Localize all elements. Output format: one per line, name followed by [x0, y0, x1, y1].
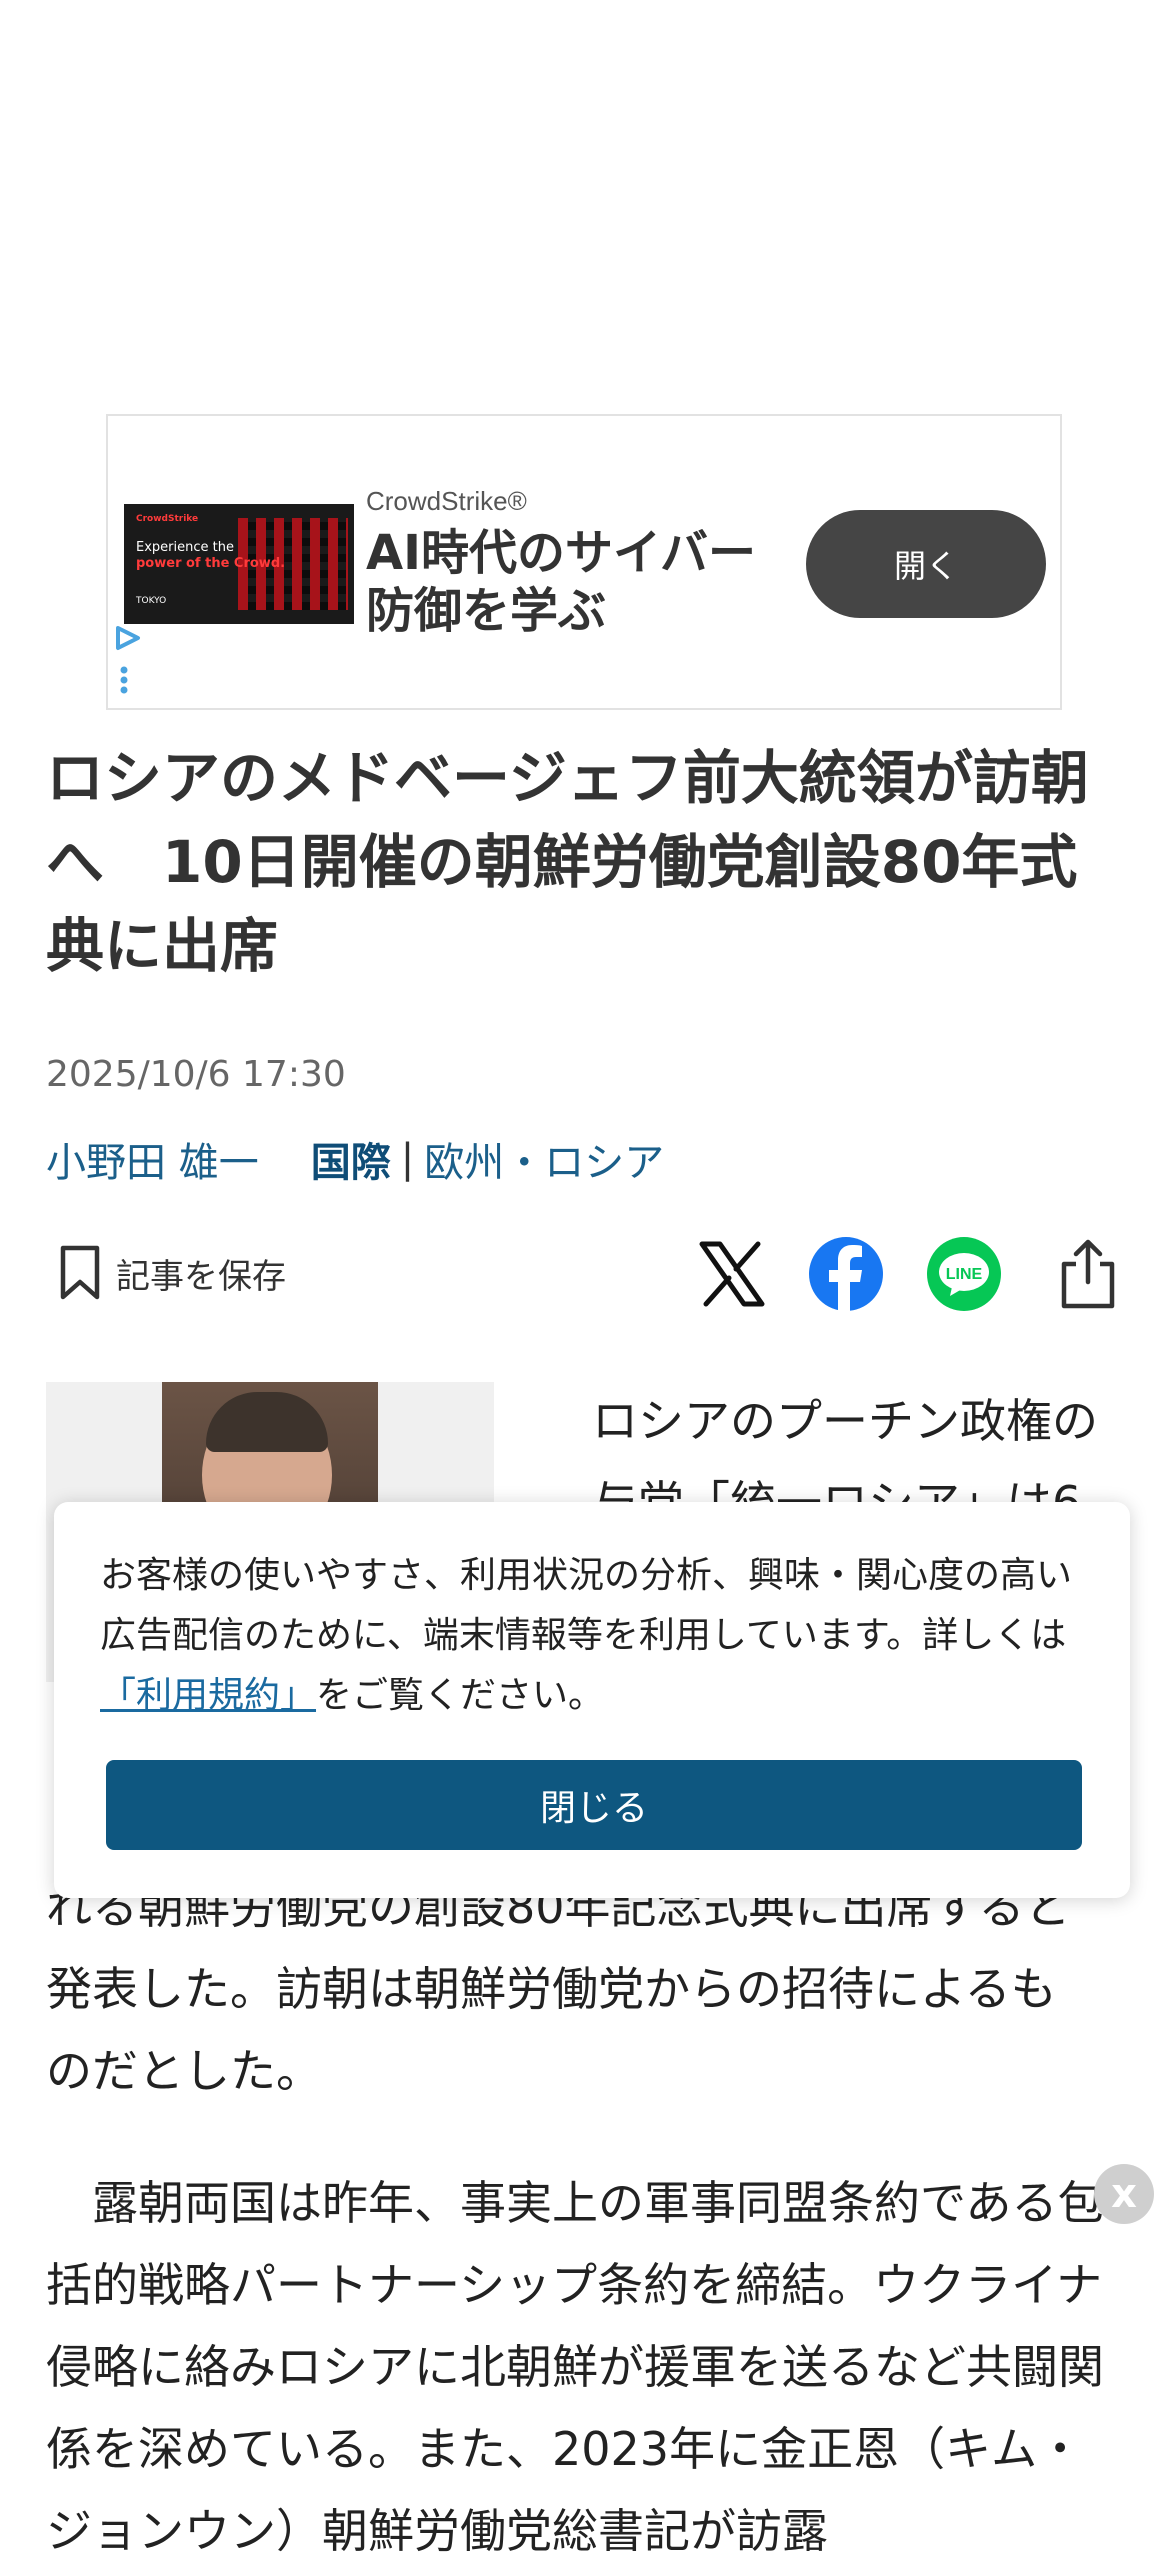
share-icon[interactable] — [1050, 1236, 1126, 1312]
consent-text: お客様の使いやすさ、利用状況の分析、興味・関心度の高い広告配信のために、端末情報… — [100, 1555, 1073, 1656]
article-title: ロシアのメドベージェフ前大統領が訪朝へ 10日開催の朝鮮労働党創設80年式典に出… — [46, 744, 1089, 980]
ad-brand: CrowdStrike® — [366, 486, 527, 516]
category-link[interactable]: 国際 — [311, 1130, 391, 1188]
lead-line-1: ロシアのプーチン政権の — [592, 1394, 1098, 1448]
article-date: 2025/10/6 17:30 — [46, 1054, 346, 1095]
ad-image-text: Experience the power of the Crowd. — [136, 540, 286, 571]
consent-text-end: をご覧ください。 — [316, 1675, 605, 1716]
terms-link[interactable]: 「利用規約」 — [100, 1675, 316, 1716]
consent-dialog: お客様の使いやすさ、利用状況の分析、興味・関心度の高い広告配信のために、端末情報… — [54, 1502, 1130, 1898]
paragraph-1-line-b: 発表した。訪朝は朝鮮労働党からの招待によるも — [46, 1962, 1057, 2016]
facebook-share-icon[interactable] — [808, 1236, 884, 1312]
save-article-button[interactable]: 記事を保存 — [58, 1244, 286, 1302]
ad-banner[interactable]: CrowdStrike Experience the power of the C… — [106, 414, 1062, 710]
ad-image-logo: CrowdStrike — [136, 514, 199, 524]
consent-close-button[interactable]: 閉じる — [106, 1760, 1082, 1850]
adchoices-icon[interactable] — [114, 622, 144, 702]
subcategory-link[interactable]: 欧州・ロシア — [424, 1130, 664, 1188]
line-share-icon[interactable]: LINE — [926, 1236, 1002, 1312]
ad-headline[interactable]: AI時代のサイバー防御を学ぶ — [366, 524, 786, 640]
consent-message: お客様の使いやすさ、利用状況の分析、興味・関心度の高い広告配信のために、端末情報… — [100, 1546, 1100, 1726]
x-share-icon[interactable] — [694, 1236, 770, 1312]
author-link[interactable]: 小野田 雄一 — [46, 1130, 259, 1188]
paragraph-2: 露朝両国は昨年、事実上の軍事同盟条約である包括的戦略パートナーシップ条約を締結。… — [46, 2176, 1104, 2558]
save-article-label: 記事を保存 — [116, 1256, 286, 1297]
byline: 小野田 雄一 国際 | 欧州・ロシア — [46, 1130, 664, 1188]
paragraph-1-end: れる朝鮮労働党の創設80年記念式典に出席すると 発表した。訪朝は朝鮮労働党からの… — [46, 1866, 1126, 2112]
bookmark-icon — [60, 1245, 100, 1300]
svg-text:LINE: LINE — [946, 1266, 983, 1283]
ad-image[interactable]: CrowdStrike Experience the power of the C… — [124, 504, 354, 624]
close-icon[interactable]: x — [1094, 2164, 1154, 2224]
ad-open-button[interactable]: 開く — [806, 510, 1046, 618]
paragraph-1-line-c: のだとした。 — [46, 2044, 322, 2098]
ad-image-city: TOKYO — [136, 596, 167, 606]
category-separator: | — [400, 1136, 415, 1182]
